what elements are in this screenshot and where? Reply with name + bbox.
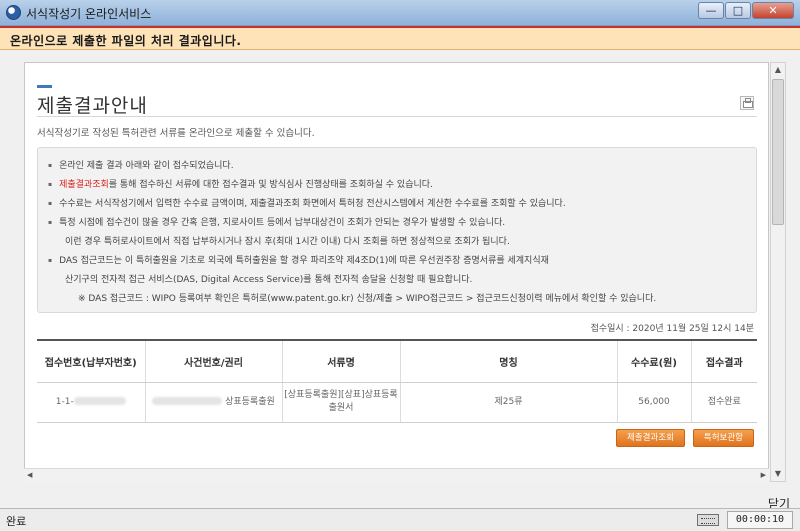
das-note: ※ DAS 접근코드 : WIPO 등록여부 확인은 특허로(www.paten…	[78, 294, 657, 304]
result-lookup-link[interactable]: 제출결과조회	[59, 180, 109, 190]
result-panel: 제출결과안내 서식작성기로 작성된 특허관련 서류를 온라인으로 제출할 수 있…	[24, 62, 769, 482]
notice-line: 온라인 제출 결과 아래와 같이 접수되었습니다.	[48, 158, 234, 171]
title-divider	[37, 116, 757, 117]
cell-fee: 56,000	[616, 382, 691, 423]
status-bar: 완료 00:00:10	[0, 508, 800, 531]
scroll-thumb[interactable]	[772, 79, 784, 225]
notice-line: 제출결과조회를 통해 접수하신 서류에 대한 접수결과 및 방식심사 진행상태를…	[48, 177, 433, 190]
notice-box: 온라인 제출 결과 아래와 같이 접수되었습니다. 제출결과조회를 통해 접수하…	[37, 147, 757, 313]
col-title: 명칭	[399, 339, 617, 383]
app-icon	[6, 5, 21, 20]
window-title: 서식작성기 온라인서비스	[26, 7, 152, 21]
scroll-left-icon[interactable]: ◀	[27, 471, 32, 479]
page-subtitle: 서식작성기로 작성된 특허관련 서류를 온라인으로 제출할 수 있습니다.	[37, 128, 315, 139]
notice-line: 이런 경우 특허로사이트에서 직접 납부하시거나 잠시 후(최대 1시간 이내)…	[65, 237, 510, 247]
status-text: 완료	[6, 515, 27, 528]
result-banner: 온라인으로 제출한 파일의 처리 결과입니다.	[0, 26, 800, 50]
scroll-up-icon[interactable]: ▲	[771, 63, 785, 77]
table-row: 1-1- 상표등록출원 [상표등록출원][상표]상표등록출원서 제25류 56,…	[37, 382, 757, 423]
vertical-scrollbar[interactable]: ▲ ▼	[770, 62, 786, 482]
content-area: 제출결과안내 서식작성기로 작성된 특허관련 서류를 온라인으로 제출할 수 있…	[0, 50, 800, 508]
notice-line: 산기구의 전자적 접근 서비스(DAS, Digital Access Serv…	[65, 275, 473, 285]
elapsed-time: 00:00:10	[727, 511, 793, 529]
col-result: 접수결과	[690, 339, 757, 383]
notice-line: 수수료는 서식작성기에서 입력한 수수료 금액이며, 제출결과조회 화면에서 특…	[48, 196, 566, 209]
result-lookup-button[interactable]: 제출결과조회	[615, 429, 685, 447]
cell-case-right: 상표등록출원	[144, 382, 282, 423]
result-table: 접수번호(납부자번호) 사건번호/권리 서류명 명칭 수수료(원) 접수결과 1…	[37, 339, 757, 423]
cell-title: 제25류	[399, 382, 617, 423]
redacted-text	[73, 397, 126, 405]
col-doc-name: 서류명	[281, 339, 400, 383]
scroll-down-icon[interactable]: ▼	[771, 467, 785, 481]
close-window-button[interactable]: ✕	[752, 2, 794, 19]
page-title: 제출결과안내	[37, 95, 148, 117]
banner-text: 온라인으로 제출한 파일의 처리 결과입니다.	[10, 34, 242, 48]
title-accent	[37, 85, 52, 88]
patent-storage-button[interactable]: 특허보관함	[692, 429, 754, 447]
print-icon[interactable]	[740, 96, 754, 110]
minimize-button[interactable]: —	[698, 2, 724, 19]
redacted-text	[152, 397, 223, 405]
horizontal-scrollbar[interactable]: ◀ ▶	[24, 468, 769, 482]
notice-line: DAS 접근코드는 이 특허출원을 기초로 외국에 특허출원을 할 경우 파리조…	[48, 253, 549, 266]
col-receipt-no: 접수번호(납부자번호)	[37, 339, 145, 383]
table-header-row: 접수번호(납부자번호) 사건번호/권리 서류명 명칭 수수료(원) 접수결과	[37, 339, 757, 383]
window-titlebar: 서식작성기 온라인서비스 — □ ✕	[0, 0, 800, 26]
cell-doc-name: [상표등록출원][상표]상표등록출원서	[281, 382, 400, 423]
cell-receipt-no: 1-1-	[37, 382, 145, 423]
scroll-right-icon[interactable]: ▶	[761, 471, 766, 479]
cell-result: 접수완료	[690, 382, 757, 423]
col-fee: 수수료(원)	[616, 339, 691, 383]
keyboard-icon	[697, 514, 719, 526]
receipt-datetime: 접수일시 : 2020년 11월 25일 12시 14분	[590, 324, 754, 334]
window-controls: — □ ✕	[697, 2, 794, 19]
notice-line: 특정 시점에 접수건이 많을 경우 간혹 은행, 지로사이트 등에서 납부대상건…	[48, 215, 505, 228]
action-buttons: 제출결과조회 특허보관함	[615, 429, 754, 447]
col-case-right: 사건번호/권리	[144, 339, 282, 383]
maximize-button[interactable]: □	[725, 2, 751, 19]
